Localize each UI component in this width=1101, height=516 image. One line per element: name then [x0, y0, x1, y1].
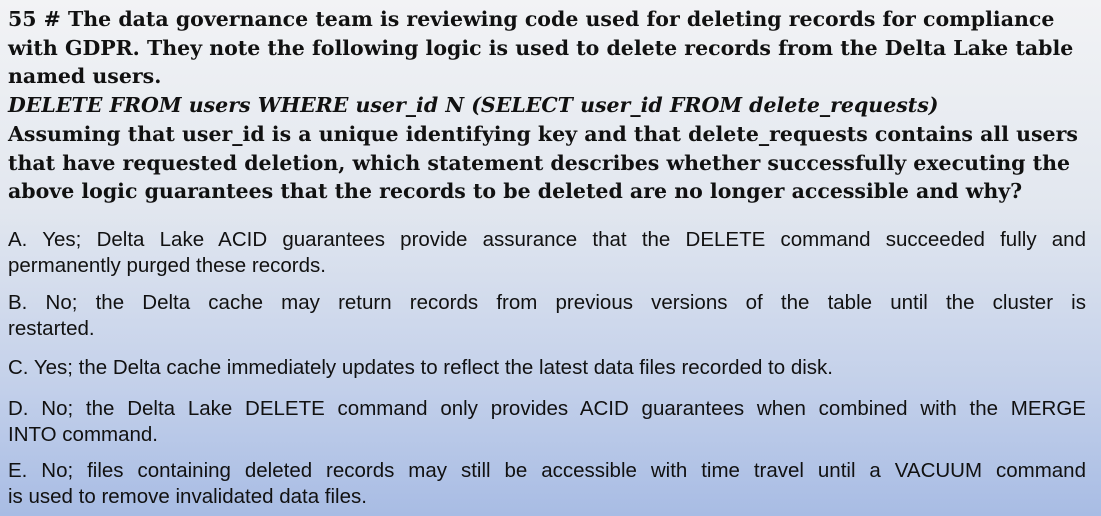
question-code: DELETE FROM users WHERE user_id N (SELEC…: [8, 93, 939, 118]
option-d[interactable]: D. No; the Delta Lake DELETE command onl…: [8, 396, 1086, 447]
option-e[interactable]: E. No; files containing deleted records …: [8, 458, 1086, 509]
option-c[interactable]: C. Yes; the Delta cache immediately upda…: [8, 355, 1086, 381]
question-line: Assuming that user_id is a unique identi…: [8, 121, 1078, 146]
option-text: INTO command.: [8, 422, 158, 446]
question-line: with GDPR. They note the following logic…: [8, 35, 1074, 60]
option-a[interactable]: A. Yes; Delta Lake ACID guarantees provi…: [8, 227, 1086, 278]
option-text: restarted.: [8, 316, 95, 340]
question-line: above logic guarantees that the records …: [8, 179, 1023, 204]
option-text: A. Yes; Delta Lake ACID guarantees provi…: [8, 228, 1086, 251]
option-text: B. No; the Delta cache may return record…: [8, 291, 1086, 314]
question-text: 55 # The data governance team is reviewi…: [8, 5, 1098, 206]
option-text: D. No; the Delta Lake DELETE command onl…: [8, 397, 1086, 420]
option-text: is used to remove invalidated data files…: [8, 484, 367, 508]
question-line: 55 # The data governance team is reviewi…: [8, 7, 1055, 31]
option-text: C. Yes; the Delta cache immediately upda…: [8, 356, 834, 379]
question-line: that have requested deletion, which stat…: [8, 150, 1071, 175]
option-text: E. No; files containing deleted records …: [8, 459, 1086, 482]
option-text: permanently purged these records.: [8, 253, 326, 277]
option-b[interactable]: B. No; the Delta cache may return record…: [8, 290, 1086, 341]
question-line: named users.: [8, 64, 162, 89]
